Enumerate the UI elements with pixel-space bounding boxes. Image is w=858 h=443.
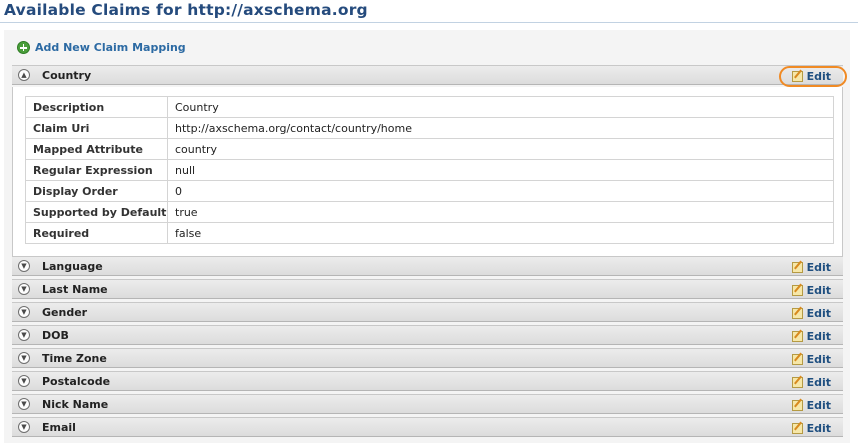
detail-label: Regular Expression xyxy=(25,159,168,181)
detail-value: false xyxy=(167,222,834,244)
claim-detail-panel: Description Country Claim Uri http://axs… xyxy=(12,87,843,256)
claim-name: Gender xyxy=(42,306,88,319)
edit-button[interactable]: Edit xyxy=(791,399,831,412)
table-row: Claim Uri http://axschema.org/contact/co… xyxy=(25,117,834,139)
claim-row-country[interactable]: ▲ Country Edit xyxy=(12,65,843,85)
edit-button[interactable]: Edit xyxy=(791,422,831,435)
detail-value: 0 xyxy=(167,180,834,202)
edit-button[interactable]: Edit xyxy=(791,261,831,274)
edit-label: Edit xyxy=(806,422,831,435)
edit-button[interactable]: Edit xyxy=(791,307,831,320)
edit-pencil-icon xyxy=(791,354,803,365)
detail-value: null xyxy=(167,159,834,181)
edit-label: Edit xyxy=(806,399,831,412)
title-divider xyxy=(0,22,858,23)
edit-pencil-icon xyxy=(791,423,803,434)
claim-name: Time Zone xyxy=(42,352,107,365)
edit-pencil-icon xyxy=(791,331,803,342)
detail-label: Description xyxy=(25,96,168,118)
edit-label: Edit xyxy=(806,284,831,297)
table-row: Display Order 0 xyxy=(25,180,834,202)
claim-row-gender[interactable]: ▼ Gender Edit xyxy=(12,302,843,322)
chevron-down-circle-icon[interactable]: ▼ xyxy=(18,260,30,272)
add-claim-mapping-link[interactable]: Add New Claim Mapping xyxy=(17,41,186,54)
claim-name: Email xyxy=(42,421,76,434)
table-row: Regular Expression null xyxy=(25,159,834,181)
detail-label: Claim Uri xyxy=(25,117,168,139)
claim-detail-table: Description Country Claim Uri http://axs… xyxy=(25,96,834,244)
claim-row-language[interactable]: ▼ Language Edit xyxy=(12,256,843,276)
edit-button[interactable]: Edit xyxy=(791,353,831,366)
claim-name: DOB xyxy=(42,329,69,342)
claim-name: Nick Name xyxy=(42,398,109,411)
claim-row-postalcode[interactable]: ▼ Postalcode Edit xyxy=(12,371,843,391)
claim-row-last-name[interactable]: ▼ Last Name Edit xyxy=(12,279,843,299)
add-circle-icon xyxy=(17,41,30,54)
edit-button[interactable]: Edit xyxy=(791,70,831,83)
chevron-down-circle-icon[interactable]: ▼ xyxy=(18,306,30,318)
chevron-down-circle-icon[interactable]: ▼ xyxy=(18,283,30,295)
detail-value: true xyxy=(167,201,834,223)
edit-button[interactable]: Edit xyxy=(791,284,831,297)
chevron-down-circle-icon[interactable]: ▼ xyxy=(18,375,30,387)
claim-row-time-zone[interactable]: ▼ Time Zone Edit xyxy=(12,348,843,368)
table-row: Supported by Default true xyxy=(25,201,834,223)
add-claim-mapping-label: Add New Claim Mapping xyxy=(35,41,186,54)
edit-label: Edit xyxy=(806,261,831,274)
edit-button[interactable]: Edit xyxy=(791,330,831,343)
detail-label: Mapped Attribute xyxy=(25,138,168,160)
detail-value: country xyxy=(167,138,834,160)
detail-value: Country xyxy=(167,96,834,118)
chevron-down-circle-icon[interactable]: ▼ xyxy=(18,329,30,341)
edit-button[interactable]: Edit xyxy=(791,376,831,389)
chevron-down-circle-icon[interactable]: ▼ xyxy=(18,421,30,433)
claim-name: Last Name xyxy=(42,283,108,296)
claim-name: Postalcode xyxy=(42,375,111,388)
claim-name: Language xyxy=(42,260,103,273)
table-row: Mapped Attribute country xyxy=(25,138,834,160)
edit-label: Edit xyxy=(806,330,831,343)
claim-name: Country xyxy=(42,69,92,82)
table-row: Required false xyxy=(25,222,834,244)
edit-pencil-icon xyxy=(791,400,803,411)
chevron-down-circle-icon[interactable]: ▼ xyxy=(18,352,30,364)
edit-pencil-icon xyxy=(791,377,803,388)
edit-label: Edit xyxy=(806,353,831,366)
chevron-down-circle-icon[interactable]: ▼ xyxy=(18,398,30,410)
edit-pencil-icon xyxy=(791,71,803,82)
edit-label: Edit xyxy=(806,376,831,389)
edit-label: Edit xyxy=(806,70,831,83)
page-title: Available Claims for http://axschema.org xyxy=(4,1,368,19)
table-row: Description Country xyxy=(25,96,834,118)
detail-label: Display Order xyxy=(25,180,168,202)
chevron-up-circle-icon[interactable]: ▲ xyxy=(18,69,30,81)
detail-value: http://axschema.org/contact/country/home xyxy=(167,117,834,139)
detail-label: Supported by Default xyxy=(25,201,168,223)
edit-pencil-icon xyxy=(791,308,803,319)
claim-row-email[interactable]: ▼ Email Edit xyxy=(12,417,843,437)
detail-label: Required xyxy=(25,222,168,244)
edit-label: Edit xyxy=(806,307,831,320)
edit-pencil-icon xyxy=(791,262,803,273)
edit-pencil-icon xyxy=(791,285,803,296)
claim-row-nick-name[interactable]: ▼ Nick Name Edit xyxy=(12,394,843,414)
claim-row-dob[interactable]: ▼ DOB Edit xyxy=(12,325,843,345)
